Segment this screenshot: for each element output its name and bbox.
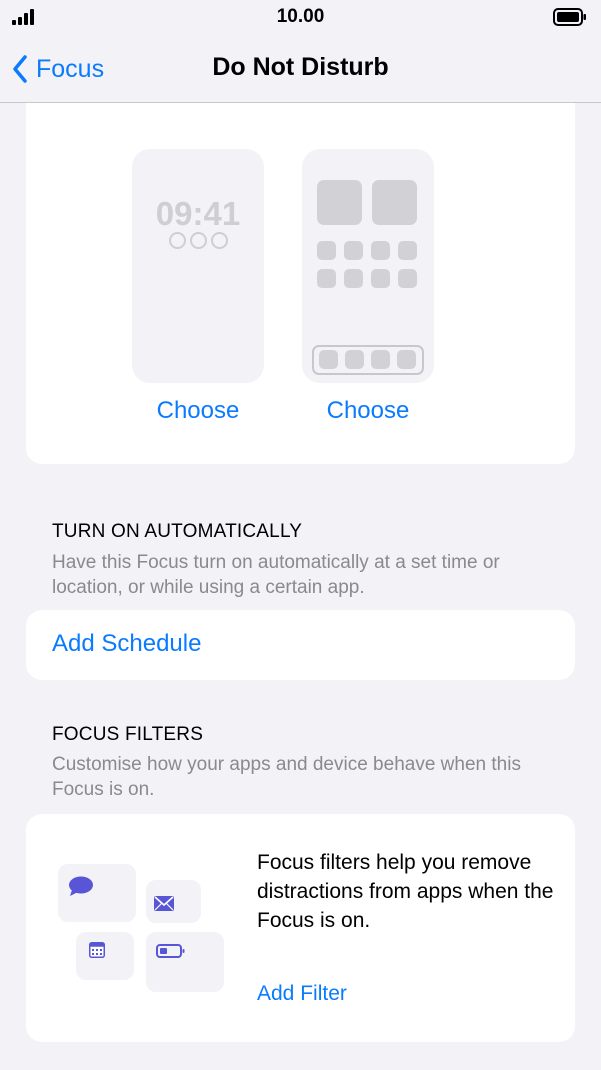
battery-icon [156, 944, 185, 958]
filter-art-tile [146, 932, 224, 992]
lock-screen-widgets [132, 232, 264, 254]
filter-art-tile [146, 880, 201, 923]
app-tile [398, 241, 417, 260]
messages-icon [69, 876, 93, 896]
status-time: 10.00 [276, 6, 325, 27]
choose-lock-screen-button[interactable]: Choose [132, 397, 264, 425]
focus-filters-body-text: Focus filters help you remove distractio… [257, 851, 554, 932]
turn-on-automatically-description: Have this Focus turn on automatically at… [52, 552, 500, 598]
choose-home-screen-button[interactable]: Choose [302, 397, 434, 425]
add-filter-button[interactable]: Add Filter [257, 982, 347, 1006]
turn-on-automatically-header: TURN ON AUTOMATICALLY [52, 521, 303, 542]
app-tile [371, 241, 390, 260]
app-tile [317, 241, 336, 260]
app-tile [317, 269, 336, 288]
widget-tile [317, 180, 362, 225]
app-tile [371, 269, 390, 288]
filter-art-tile [58, 864, 136, 922]
schedule-card: Add Schedule [26, 610, 575, 680]
focus-filters-card: Focus filters help you remove distractio… [26, 814, 575, 1042]
app-tile [398, 269, 417, 288]
widget-tile [372, 180, 417, 225]
filter-art-tile [76, 932, 134, 980]
focus-filters-header: FOCUS FILTERS [52, 724, 204, 745]
add-schedule-button[interactable]: Add Schedule [52, 630, 201, 658]
status-bar: 10.00 [0, 0, 601, 36]
screens-card: 09:41 Choose Choose [26, 103, 575, 464]
home-screen-preview[interactable] [302, 149, 434, 383]
navigation-bar: Focus Do Not Disturb [0, 36, 601, 103]
mail-icon [154, 896, 174, 911]
lock-screen-time: 09:41 [155, 195, 241, 232]
lock-screen-preview[interactable]: 09:41 [132, 149, 264, 383]
app-tile [344, 269, 363, 288]
battery-icon [553, 8, 586, 26]
focus-filters-description: Customise how your apps and device behav… [52, 754, 521, 800]
calendar-icon [89, 942, 105, 958]
app-tile [344, 241, 363, 260]
page-title: Do Not Disturb [212, 53, 389, 81]
dock [312, 345, 424, 375]
